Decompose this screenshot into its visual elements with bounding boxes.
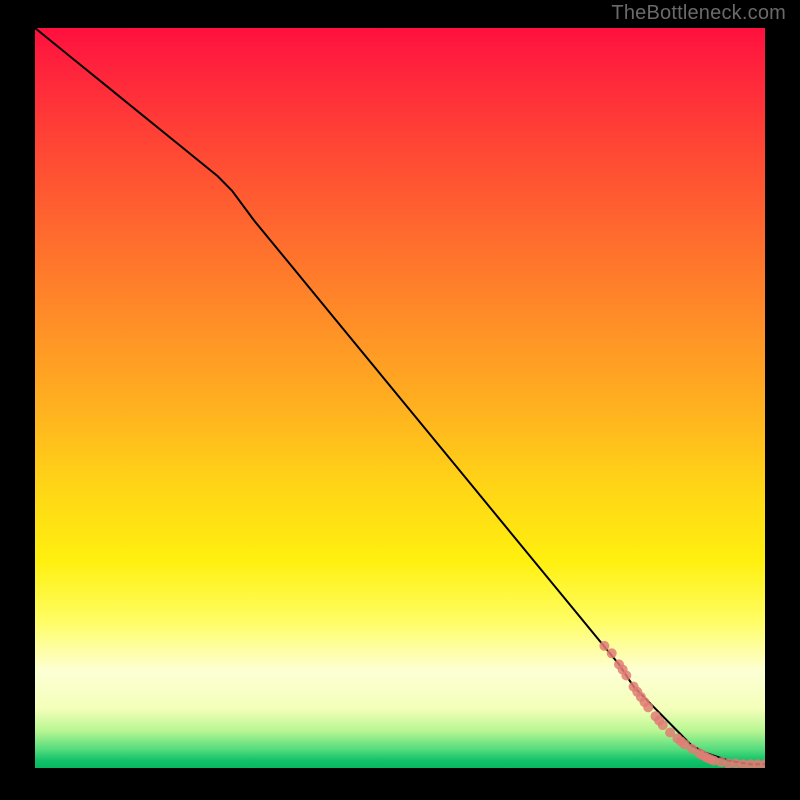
curve-line [35,28,765,764]
plot-area [35,28,765,768]
chart-frame: TheBottleneck.com [0,0,800,800]
attribution-label: TheBottleneck.com [611,2,786,25]
tail-scatter [599,641,765,768]
chart-overlay [35,28,765,768]
